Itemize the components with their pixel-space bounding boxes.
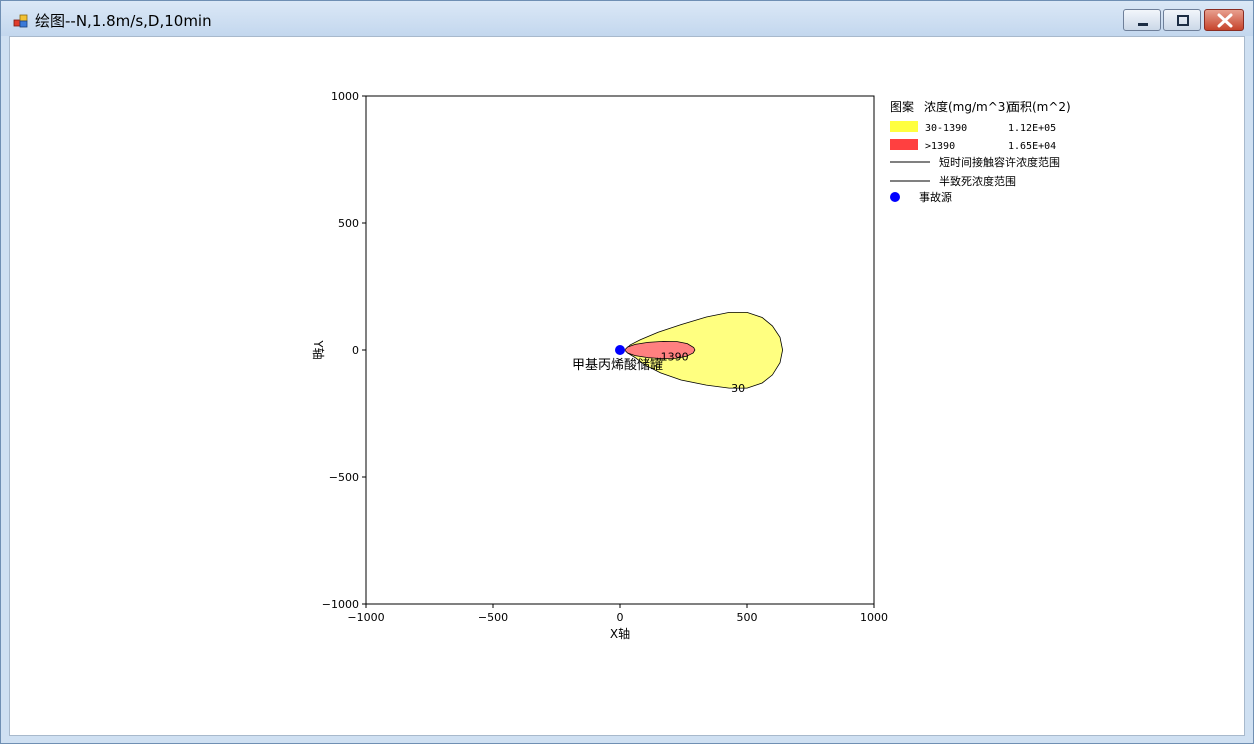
close-icon (1217, 13, 1233, 28)
y-tick-label: 1000 (331, 90, 359, 103)
minimize-button[interactable] (1123, 9, 1161, 31)
y-tick-label: −500 (329, 471, 359, 484)
maximize-button[interactable] (1163, 9, 1201, 31)
close-button[interactable] (1204, 9, 1244, 31)
window-title: 绘图--N,1.8m/s,D,10min (35, 12, 212, 30)
legend-line-label: 短时间接触容许浓度范围 (939, 155, 1060, 169)
app-window: 绘图--N,1.8m/s,D,10min 30 1390 −1000 −500 0 500… (0, 0, 1254, 744)
x-tick-label: 0 (617, 611, 624, 624)
y-tick-label: 0 (352, 344, 359, 357)
legend-point-marker (890, 192, 900, 202)
legend-header-concentration: 浓度(mg/m^3) (924, 99, 1010, 114)
source-label: 甲基丙烯酸储罐 (572, 358, 663, 373)
legend-area: 1.12E+05 (1008, 123, 1056, 134)
legend-range: 30-1390 (925, 123, 967, 134)
plot-area: 30 1390 −1000 −500 0 500 1000 1000 500 0 −500 −1000… (9, 36, 1245, 736)
x-tick-label: 500 (737, 611, 758, 624)
source-point (615, 345, 625, 355)
y-tick-label: −1000 (322, 598, 359, 611)
x-tick-label: −500 (478, 611, 508, 624)
legend-swatch (890, 121, 918, 132)
y-tick-label: 500 (338, 217, 359, 230)
legend-point-label: 事故源 (919, 190, 952, 204)
legend-header-pattern: 图案 (890, 99, 914, 114)
legend-header-area: 面积(m^2) (1008, 100, 1071, 114)
legend-area: 1.65E+04 (1008, 141, 1056, 152)
contour-label-1390: 1390 (661, 350, 689, 363)
x-tick-label: −1000 (347, 611, 384, 624)
maximize-icon (1177, 15, 1189, 26)
legend-range: >1390 (925, 141, 955, 152)
app-icon (13, 14, 28, 28)
minimize-icon (1138, 23, 1148, 26)
legend-line-label: 半致死浓度范围 (939, 174, 1016, 188)
contour-chart: 30 1390 −1000 −500 0 500 1000 1000 500 0 −500 −1000… (311, 90, 1071, 641)
y-axis-label: Y轴 (311, 339, 326, 359)
x-tick-label: 1000 (860, 611, 888, 624)
title-bar[interactable]: 绘图--N,1.8m/s,D,10min (1, 1, 1253, 36)
contour-label-30: 30 (731, 382, 745, 395)
x-axis-label: X轴 (610, 626, 630, 641)
legend-swatch (890, 139, 918, 150)
